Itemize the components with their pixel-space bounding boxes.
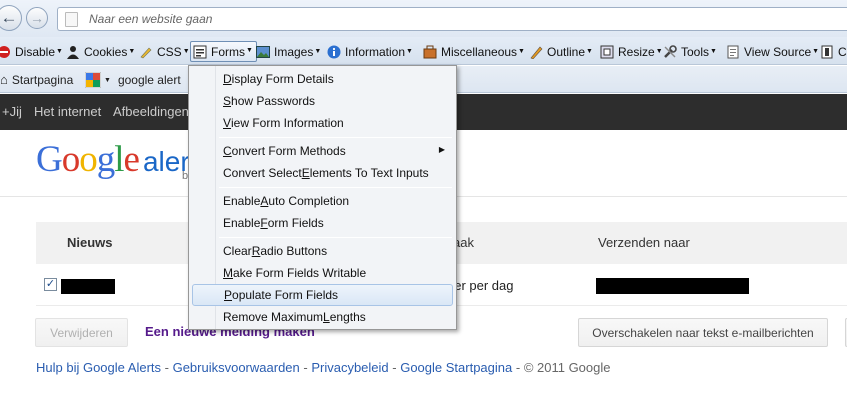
wrench-icon (663, 45, 677, 59)
toolbar-information[interactable]: Information ▼ (327, 43, 413, 61)
menu-item-enable-auto-completion[interactable]: Enable Auto Completion (192, 190, 453, 212)
gbar-web[interactable]: Het internet (34, 104, 101, 119)
back-button[interactable]: ← (0, 5, 22, 31)
toolbar-resize-label: Resize (618, 45, 655, 59)
address-placeholder[interactable]: Naar een website gaan (89, 12, 212, 26)
menu-item-show-passwords[interactable]: Show Passwords (192, 90, 453, 112)
toolbar-forms[interactable]: Forms ▼ (190, 41, 257, 62)
footer-link-terms[interactable]: Gebruiksvoorwaarden (173, 360, 300, 375)
footer: Hulp bij Google Alerts - Gebruiksvoorwaa… (36, 360, 611, 375)
menu-item-make-form-fields-writable[interactable]: Make Form Fields Writable (192, 262, 453, 284)
toolbar-images-label: Images (274, 45, 314, 59)
gbar-plus-you[interactable]: +Jij (2, 104, 22, 119)
person-icon (66, 45, 80, 59)
bookmark-google-alert[interactable]: ▼ google alert (84, 71, 181, 89)
google-icon (84, 71, 102, 89)
pen-icon (529, 45, 543, 59)
toolbar-css-label: CSS (157, 45, 182, 59)
image-icon (256, 45, 270, 59)
no-entry-icon (0, 45, 11, 59)
menu-item-view-form-information[interactable]: View Form Information (192, 112, 453, 134)
resize-icon (600, 45, 614, 59)
toolbar-outline[interactable]: Outline ▼ (529, 43, 593, 61)
submenu-arrow-icon: ▶ (438, 145, 445, 154)
back-arrow-icon: ← (0, 8, 18, 27)
toolbar-disable-label: Disable (15, 45, 56, 59)
toolbar-cookies[interactable]: Cookies ▼ (66, 43, 135, 61)
switch-to-text-email-button[interactable]: Overschakelen naar tekst e-mailberichten (578, 318, 828, 347)
toolbar-cookies-label: Cookies (84, 45, 128, 59)
forms-dropdown-menu: Display Form Details Show Passwords View… (188, 65, 457, 330)
toolbar-disable[interactable]: Disable ▼ (0, 43, 63, 61)
toolbar-css[interactable]: CSS ▼ (139, 43, 190, 61)
alert-checkbox[interactable]: ✓ (44, 278, 57, 291)
toolbar-forms-label: Forms (211, 44, 245, 59)
menu-separator (219, 137, 452, 138)
menu-separator (219, 187, 452, 188)
document-icon (726, 45, 740, 59)
google-alerts-logo[interactable]: Google aler (36, 138, 190, 181)
toolbar-outline-label: Outline (547, 45, 586, 59)
bookmark-startpagina-label: Startpagina (11, 72, 74, 87)
bookmark-google-alert-label: google alert (117, 73, 181, 87)
page-favicon-icon (65, 12, 78, 27)
gbar-images[interactable]: Afbeeldingen (113, 104, 189, 119)
column-deliver-to: Verzenden naar (598, 235, 690, 250)
toolbar-resize[interactable]: Resize ▼ (600, 43, 663, 61)
menu-item-display-form-details[interactable]: Display Form Details (192, 68, 453, 90)
delete-button[interactable]: Verwijderen (35, 318, 128, 347)
toolbox-icon (423, 45, 437, 59)
web-developer-toolbar: Disable ▼ Cookies ▼ CSS ▼ Forms ▼ Images ▼ In… (0, 37, 847, 65)
home-icon: ⌂ (0, 72, 8, 87)
toolbar-miscellaneous[interactable]: Miscellaneous ▼ (423, 43, 525, 61)
footer-copyright: © 2011 Google (523, 360, 611, 375)
menu-item-convert-form-methods[interactable]: Convert Form Methods ▶ (192, 140, 453, 162)
footer-link-help[interactable]: Hulp bij Google Alerts (36, 360, 161, 375)
toolbar-overflow[interactable]: C (820, 43, 847, 61)
menu-item-clear-radio-buttons[interactable]: Clear Radio Buttons (192, 240, 453, 262)
menu-item-enable-form-fields[interactable]: Enable Form Fields (192, 212, 453, 234)
toolbar-view-source[interactable]: View Source ▼ (726, 43, 819, 61)
toolbar-tools-label: Tools (681, 45, 710, 59)
menu-item-remove-maximum-lengths[interactable]: Remove Maximum Lengths (192, 306, 453, 328)
column-news: Nieuws (67, 235, 113, 250)
toolbar-miscellaneous-label: Miscellaneous (441, 45, 518, 59)
forward-button[interactable]: → (26, 7, 48, 29)
address-bar[interactable]: Naar een website gaan (57, 7, 847, 31)
navigation-bar: ← → Naar een website gaan (0, 0, 847, 37)
info-icon (327, 45, 341, 59)
toolbar-tools[interactable]: Tools ▼ (663, 43, 717, 61)
forward-arrow-icon: → (30, 10, 44, 26)
menu-separator (219, 237, 452, 238)
toolbar-images[interactable]: Images ▼ (256, 43, 321, 61)
toolbar-view-source-label: View Source (744, 45, 812, 59)
overflow-icon (820, 45, 834, 59)
toolbar-information-label: Information (345, 45, 406, 59)
menu-item-populate-form-fields[interactable]: Populate Form Fields (192, 284, 453, 306)
pencil-icon (139, 45, 153, 59)
bookmark-startpagina[interactable]: ⌂ Startpagina (0, 72, 73, 87)
footer-link-google-home[interactable]: Google Startpagina (400, 360, 512, 375)
logo-google: Google (36, 139, 140, 180)
redacted-email (596, 278, 749, 294)
menu-item-convert-select-elements[interactable]: Convert Select Elements To Text Inputs (192, 162, 453, 184)
footer-link-privacy[interactable]: Privacybeleid (311, 360, 388, 375)
form-icon (193, 45, 207, 59)
redacted-alert-query (61, 279, 115, 294)
